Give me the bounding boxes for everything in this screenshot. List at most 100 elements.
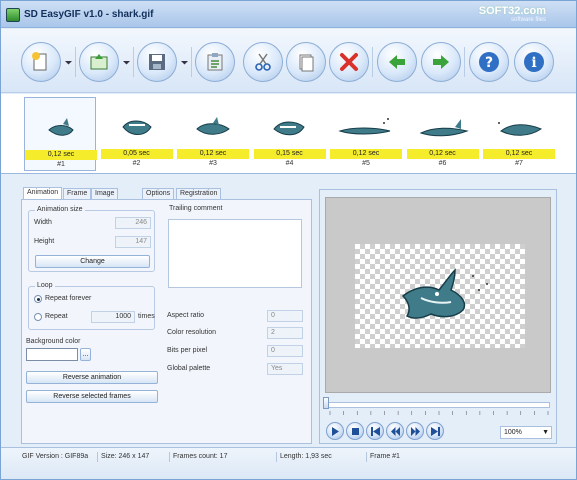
stop-button[interactable] — [346, 422, 364, 440]
info-button[interactable]: i — [514, 42, 554, 82]
tab-frame[interactable]: Frame — [63, 188, 92, 199]
bits-per-pixel-field[interactable]: 0 — [267, 345, 303, 357]
frame-delay: 0,12 sec — [25, 150, 97, 160]
repeat-forever-label: Repeat forever — [45, 295, 92, 302]
height-field[interactable]: 147 — [115, 236, 151, 248]
frame-thumbnail[interactable]: 0,15 sec #4 — [253, 97, 326, 171]
frame-seek-thumb[interactable] — [323, 397, 329, 409]
repeat-forever-radio[interactable] — [34, 295, 42, 303]
toolbar-divider — [464, 47, 465, 77]
new-dropdown[interactable] — [65, 59, 72, 68]
toolbar-divider — [191, 47, 192, 77]
new-button[interactable] — [21, 42, 61, 82]
frame-delay: 0,12 sec — [483, 149, 555, 159]
open-dropdown[interactable] — [123, 59, 130, 68]
forward-button[interactable] — [421, 42, 461, 82]
repeat-count-field[interactable]: 1000 — [91, 311, 135, 323]
fast-forward-icon — [411, 427, 420, 436]
change-size-button[interactable]: Change — [35, 255, 150, 268]
zoom-select[interactable]: 100% ▼ — [500, 426, 552, 439]
frame-thumbnail[interactable]: 0,12 sec #3 — [177, 97, 249, 171]
tab-registration[interactable]: Registration — [176, 188, 222, 199]
next-frame-button[interactable] — [406, 422, 424, 440]
status-size: Size: 246 x 147 — [97, 452, 169, 462]
previous-frame-button[interactable] — [386, 422, 404, 440]
cut-button[interactable] — [243, 42, 283, 82]
status-bar: GIF Version : GIF89a Size: 246 x 147 Fra… — [1, 447, 576, 479]
transparency-checkerboard — [355, 244, 525, 348]
play-icon — [332, 427, 339, 436]
open-button[interactable] — [79, 42, 119, 82]
save-icon — [149, 54, 165, 70]
frame-delay: 0,15 sec — [253, 149, 326, 159]
background-color-browse-button[interactable]: ... — [80, 348, 91, 361]
status-frames-count: Frames count: 17 — [169, 452, 276, 462]
frame-delay: 0,12 sec — [406, 149, 479, 159]
aspect-ratio-field[interactable]: 0 — [267, 310, 303, 322]
trailing-comment-label: Trailing comment — [169, 205, 223, 212]
copy-icon — [299, 54, 314, 72]
global-palette-label: Global palette — [167, 365, 211, 372]
first-frame-button[interactable] — [366, 422, 384, 440]
tab-options[interactable]: Options — [142, 188, 175, 199]
frame-thumbnail[interactable]: 0,12 sec #7 — [483, 97, 555, 171]
paste-frames-button[interactable] — [195, 42, 235, 82]
frame-delay: 0,12 sec — [177, 149, 249, 159]
global-palette-field[interactable]: Yes — [267, 363, 303, 375]
status-current-frame: Frame #1 — [366, 452, 466, 462]
repeat-label: Repeat — [45, 313, 68, 320]
frame-number: #2 — [132, 160, 141, 167]
save-dropdown[interactable] — [181, 59, 188, 68]
app-icon — [6, 8, 20, 22]
frame-image — [48, 118, 74, 136]
times-label: times — [138, 313, 155, 320]
toolbar-divider — [372, 47, 373, 77]
color-resolution-field[interactable]: 2 — [267, 327, 303, 339]
tab-image-editor[interactable]: Image Editor — [91, 188, 119, 207]
frame-number: #7 — [515, 160, 523, 167]
color-resolution-label: Color resolution — [167, 329, 217, 336]
svg-text:?: ? — [485, 55, 493, 71]
back-button[interactable] — [377, 42, 417, 82]
background-color-label: Background color — [26, 338, 81, 345]
frame-image — [272, 121, 305, 136]
frame-thumbnail[interactable]: 0,12 sec #6 — [406, 97, 479, 171]
delete-button[interactable] — [329, 42, 369, 82]
copy-button[interactable] — [286, 42, 326, 82]
paste-frames-icon — [207, 53, 223, 71]
title-bar: SD EasyGIF v1.0 - shark.gif SOFT32.com s… — [1, 1, 576, 28]
seek-ticks — [329, 411, 549, 415]
frame-thumbnail[interactable]: 0,12 sec #5 — [330, 97, 402, 171]
animation-panel: Animation size Width 246 Height 147 Chan… — [21, 199, 312, 444]
frame-seek-track[interactable] — [328, 402, 550, 408]
reverse-selected-frames-button[interactable]: Reverse selected frames — [26, 390, 158, 403]
reverse-animation-button[interactable]: Reverse animation — [26, 371, 158, 384]
frame-thumbnail[interactable]: 0,05 sec #2 — [100, 97, 173, 171]
animation-size-group: Animation size Width 246 Height 147 Chan… — [28, 206, 155, 272]
width-field[interactable]: 246 — [115, 217, 151, 229]
frame-number: #5 — [362, 160, 370, 167]
background-color-swatch[interactable] — [26, 348, 78, 361]
frame-delay: 0,12 sec — [330, 149, 402, 159]
frame-number: #4 — [285, 160, 294, 167]
stop-icon — [352, 428, 359, 435]
scissors-icon — [255, 53, 271, 71]
height-label: Height — [34, 238, 55, 245]
frame-image — [498, 122, 543, 136]
last-frame-button[interactable] — [426, 422, 444, 440]
forward-arrow-icon — [433, 55, 449, 69]
toolbar-divider — [133, 47, 134, 77]
frame-number: #1 — [57, 161, 65, 168]
trailing-comment-textarea[interactable] — [168, 219, 302, 288]
frame-thumbnail[interactable]: 0,12 sec #1 — [24, 97, 97, 171]
chevron-down-icon — [65, 61, 72, 65]
window-title: SD EasyGIF v1.0 - shark.gif — [24, 9, 154, 20]
repeat-radio[interactable] — [34, 313, 42, 321]
frame-image — [121, 120, 152, 135]
frame-number: #3 — [209, 160, 217, 167]
help-button[interactable]: ? — [469, 42, 509, 82]
open-icon — [90, 54, 108, 70]
save-button[interactable] — [137, 42, 177, 82]
frame-image — [419, 119, 469, 137]
play-button[interactable] — [326, 422, 344, 440]
